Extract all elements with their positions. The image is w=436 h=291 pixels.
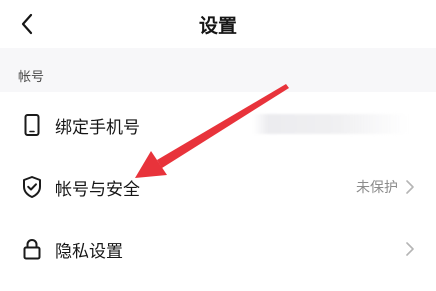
protection-status: 未保护 xyxy=(356,180,398,196)
bind-phone-label: 绑定手机号 xyxy=(55,118,140,138)
privacy-settings-label: 隐私设置 xyxy=(55,242,123,262)
page-title: 设置 xyxy=(198,15,237,37)
phone-number-blurred xyxy=(253,114,408,134)
chevron-right-icon xyxy=(406,180,414,194)
privacy-settings-row[interactable]: 隐私设置 xyxy=(0,218,436,280)
top-bar: 设置 xyxy=(0,0,436,48)
section-header xyxy=(0,48,436,92)
account-security-row[interactable]: 帐号与安全 未保护 xyxy=(0,156,436,218)
phone-icon xyxy=(20,113,44,137)
bind-phone-row[interactable]: 绑定手机号 xyxy=(0,94,436,156)
shield-check-icon xyxy=(20,175,44,199)
lock-icon xyxy=(20,237,44,261)
chevron-right-icon xyxy=(406,242,414,256)
section-label: 帐号 xyxy=(18,70,45,85)
account-security-label: 帐号与安全 xyxy=(55,180,140,200)
